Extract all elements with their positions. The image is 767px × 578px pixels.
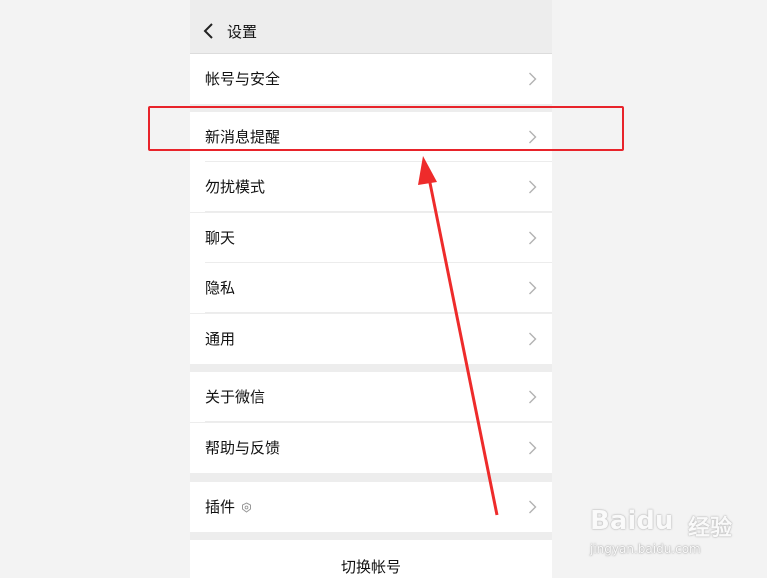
settings-item-label: 通用 <box>205 330 236 348</box>
chevron-right-icon <box>529 332 537 346</box>
settings-item-about-wechat[interactable]: 关于微信 <box>190 372 552 422</box>
settings-item-chat[interactable]: 聊天 <box>190 213 552 263</box>
settings-item-label: 勿扰模式 <box>205 178 266 196</box>
settings-item-label: 插件 <box>205 497 252 517</box>
navigation-bar: 设置 <box>190 0 552 54</box>
plugin-label: 插件 <box>205 498 236 516</box>
page-title: 设置 <box>227 23 258 41</box>
settings-item-label: 关于微信 <box>205 388 266 406</box>
settings-item-label: 聊天 <box>205 229 236 247</box>
chevron-right-icon <box>529 72 537 86</box>
divider <box>205 211 552 212</box>
settings-item-general[interactable]: 通用 <box>190 314 552 364</box>
watermark-cn: 经验 <box>688 516 733 541</box>
chevron-right-icon <box>529 390 537 404</box>
chevron-right-icon <box>529 441 537 455</box>
watermark-brand: Baidu <box>590 506 674 536</box>
settings-item-plugins[interactable]: 插件 <box>190 482 552 532</box>
settings-item-help-feedback[interactable]: 帮助与反馈 <box>190 423 552 473</box>
settings-item-account-security[interactable]: 帐号与安全 <box>190 54 552 104</box>
chevron-right-icon <box>529 180 537 194</box>
baidu-jingyan-watermark: Baidu 经验 jingyan.baidu.com <box>590 500 760 570</box>
settings-item-label: 帐号与安全 <box>205 70 281 88</box>
watermark-url: jingyan.baidu.com <box>590 542 701 556</box>
back-arrow-icon[interactable] <box>202 22 216 40</box>
divider <box>205 312 552 313</box>
chevron-right-icon <box>529 281 537 295</box>
switch-account-button[interactable]: 切换帐号 <box>190 540 552 578</box>
settings-item-do-not-disturb[interactable]: 勿扰模式 <box>190 162 552 212</box>
phone-screen: 13:58 | 3.2K/s ▂▄▆ ▭ 设置 帐号与安全 新消息提醒 勿扰模式… <box>190 0 552 578</box>
plugin-icon <box>242 502 252 513</box>
settings-item-label: 隐私 <box>205 279 236 297</box>
settings-item-privacy[interactable]: 隐私 <box>190 263 552 313</box>
chevron-right-icon <box>529 231 537 245</box>
switch-account-label: 切换帐号 <box>340 558 401 576</box>
divider <box>205 421 552 422</box>
highlight-box <box>148 106 624 151</box>
settings-item-label: 帮助与反馈 <box>205 439 281 457</box>
chevron-right-icon <box>529 500 537 514</box>
